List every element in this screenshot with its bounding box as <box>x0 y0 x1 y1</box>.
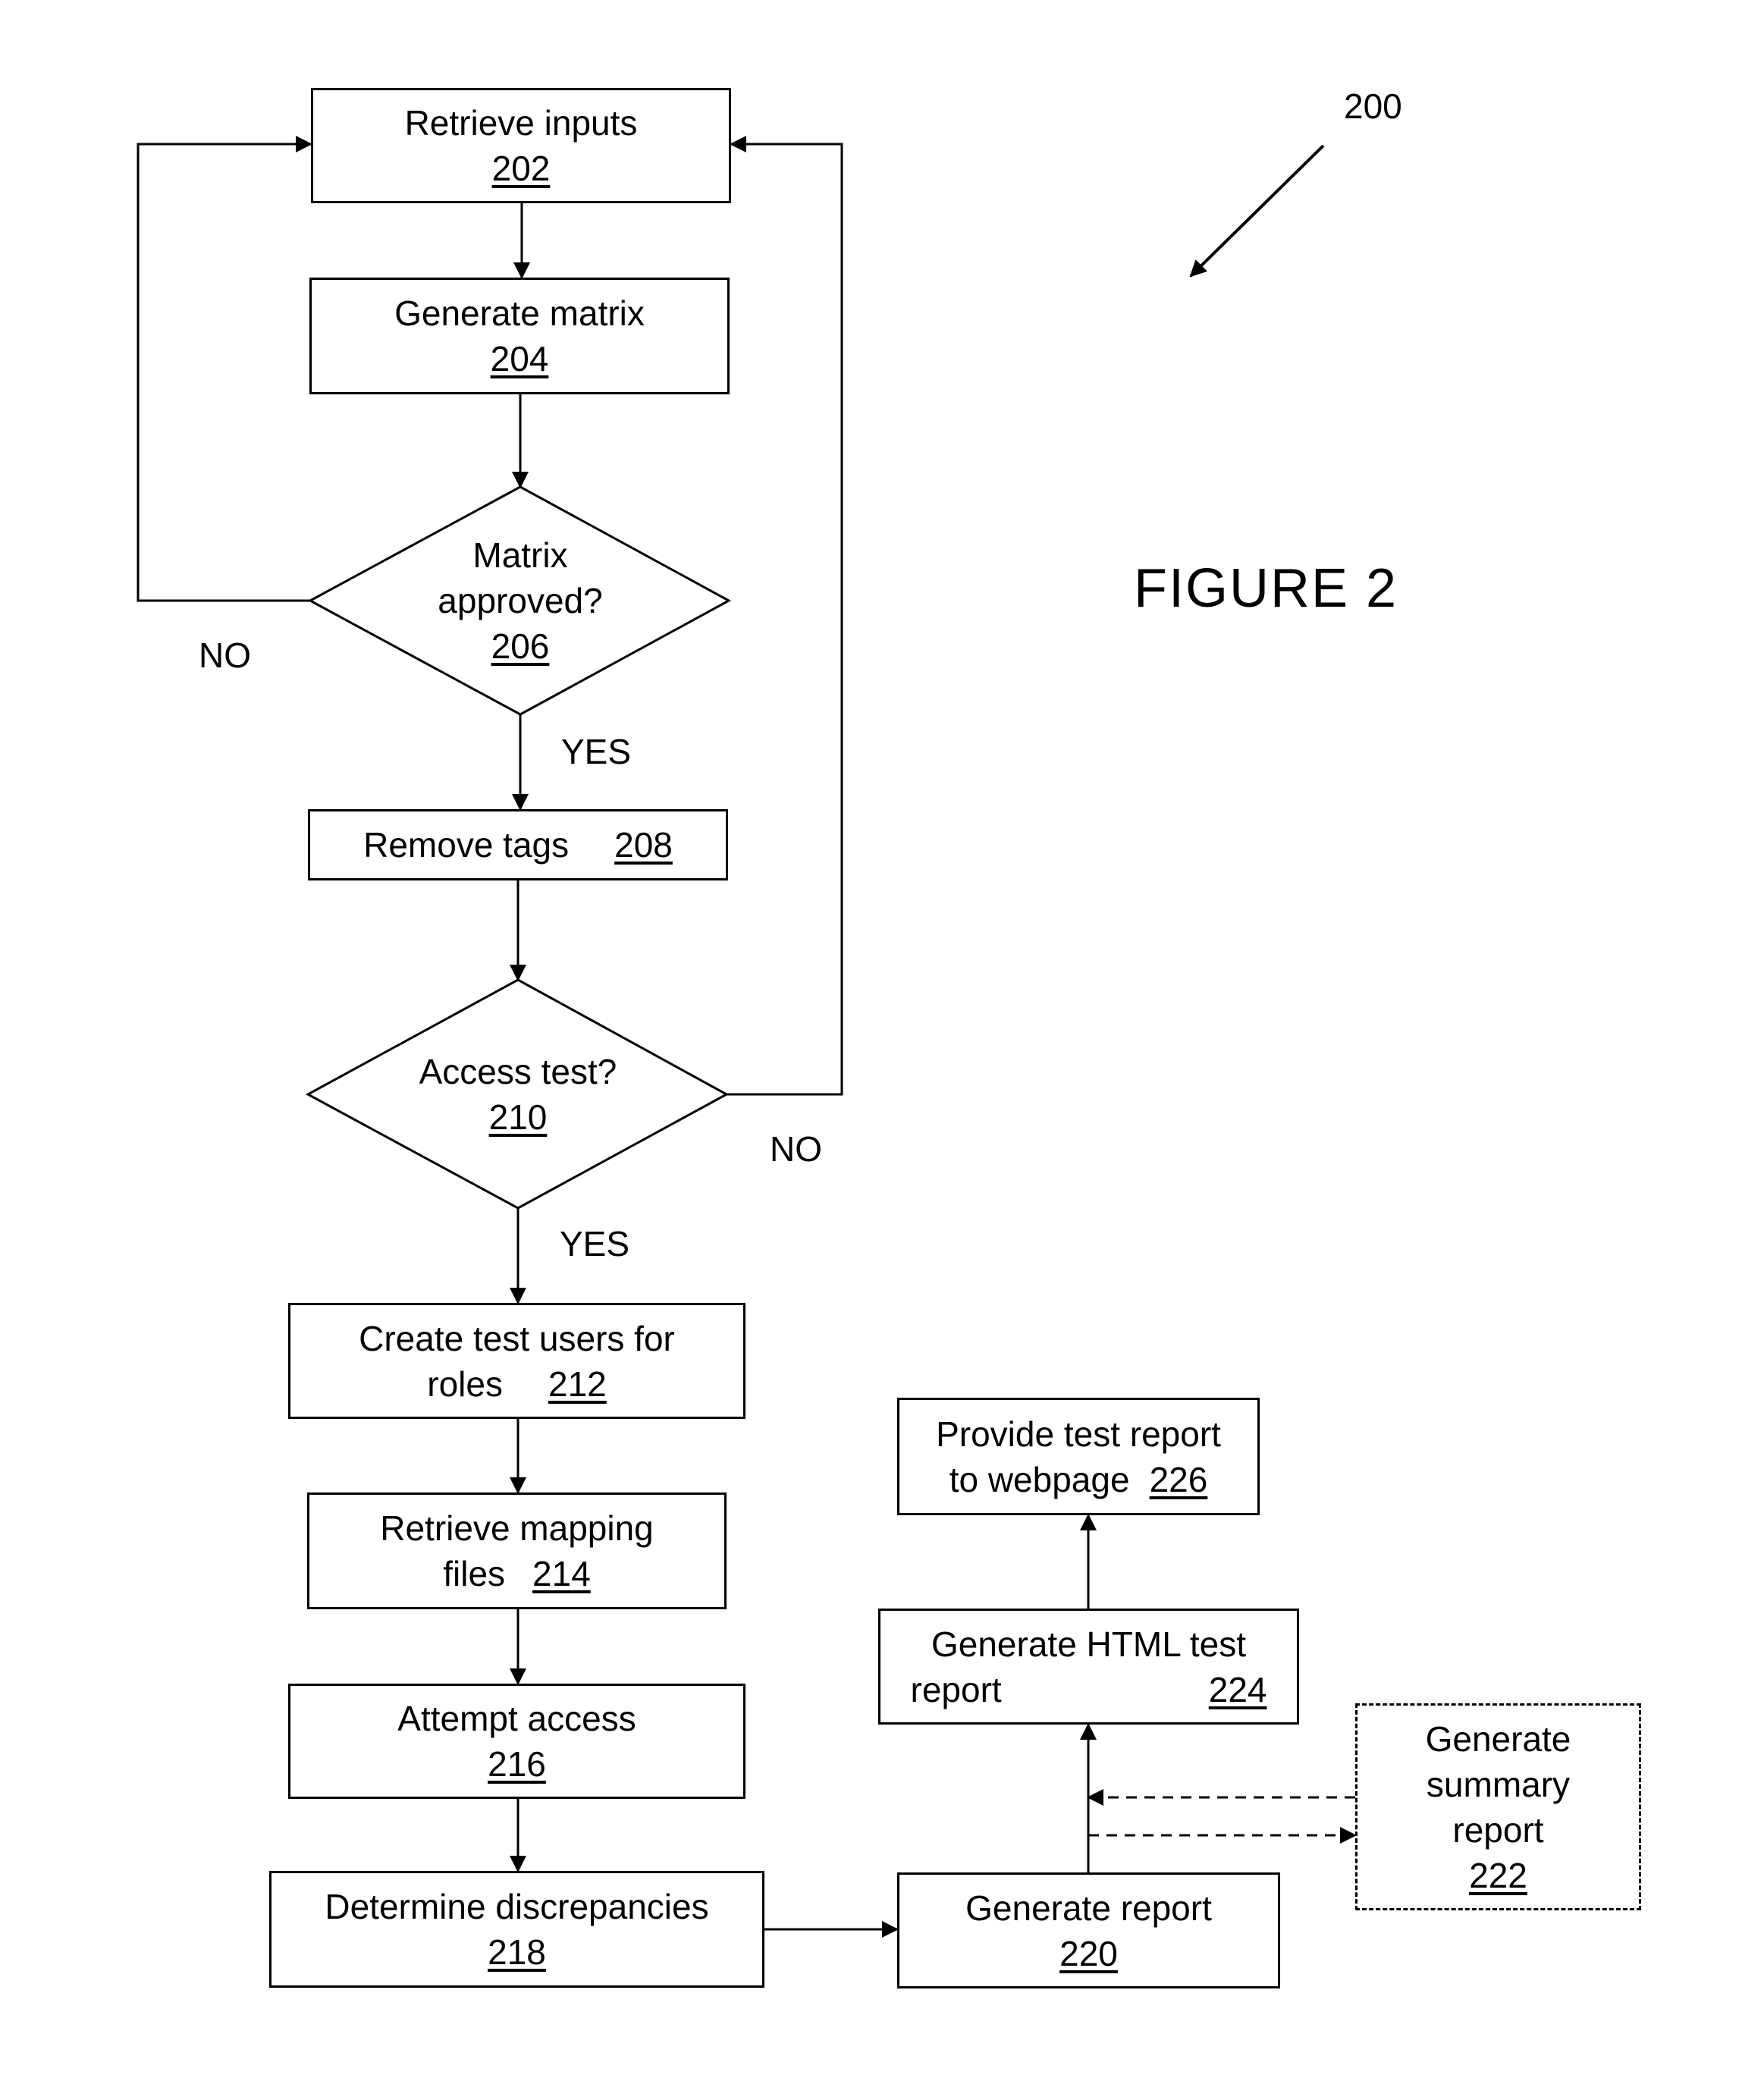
step-216-box: Attempt access 216 <box>288 1684 745 1799</box>
step-212-ref: 212 <box>548 1364 607 1404</box>
step-214-ref: 214 <box>532 1554 591 1593</box>
step-208-ref: 208 <box>614 825 673 865</box>
branch-210-no-label: NO <box>770 1129 822 1169</box>
step-218-label: Determine discrepancies <box>325 1887 709 1926</box>
branch-210-yes-label: YES <box>560 1224 630 1263</box>
step-208-box: Remove tags 208 <box>308 809 728 880</box>
step-212-line1: Create test users for <box>359 1318 675 1358</box>
step-226-line2: to webpage <box>949 1459 1130 1499</box>
step-222-box-optional: Generate summary report 222 <box>1355 1703 1641 1910</box>
step-212-box: Create test users for roles 212 <box>288 1303 745 1419</box>
figure-title: FIGURE 2 <box>1134 558 1398 619</box>
step-206-ref: 206 <box>491 626 550 666</box>
step-206-line1: Matrix <box>472 535 568 575</box>
step-216-ref: 216 <box>488 1744 546 1784</box>
step-214-line1: Retrieve mapping <box>380 1508 654 1548</box>
step-220-ref: 220 <box>1059 1933 1118 1973</box>
step-218-box: Determine discrepancies 218 <box>269 1871 764 1988</box>
step-224-box: Generate HTML test report 224 <box>878 1609 1299 1725</box>
step-222-line3: report <box>1452 1809 1544 1850</box>
step-224-line1: Generate HTML test <box>931 1624 1246 1664</box>
step-208-label: Remove tags <box>363 825 570 865</box>
step-202-box: Retrieve inputs 202 <box>311 88 731 203</box>
step-222-line2: summary <box>1426 1764 1571 1804</box>
step-220-label: Generate report <box>965 1888 1212 1928</box>
step-212-line2: roles <box>427 1364 503 1404</box>
reference-arrow-200 <box>1189 144 1325 278</box>
step-216-label: Attempt access <box>397 1699 636 1738</box>
step-214-line2: files <box>443 1554 506 1593</box>
step-224-line2: report <box>910 1669 1002 1709</box>
step-210-text: Access test? 210 <box>366 1049 670 1140</box>
step-206-line2: approved? <box>438 581 603 620</box>
step-220-box: Generate report 220 <box>897 1872 1280 1988</box>
figure-reference-number: 200 <box>1344 86 1402 126</box>
step-204-ref: 204 <box>490 339 549 378</box>
step-204-box: Generate matrix 204 <box>309 278 730 394</box>
loop-206-no-to-202 <box>137 136 312 602</box>
loop-210-no-to-202 <box>727 136 843 1096</box>
step-206-text: Matrix approved? 206 <box>369 532 672 669</box>
step-222-ref: 222 <box>1469 1855 1527 1895</box>
step-218-ref: 218 <box>488 1932 546 1972</box>
step-214-box: Retrieve mapping files 214 <box>307 1492 727 1609</box>
step-202-ref: 202 <box>491 149 551 188</box>
step-226-ref: 226 <box>1149 1459 1208 1499</box>
step-204-label: Generate matrix <box>394 293 645 333</box>
step-202-label: Retrieve inputs <box>404 103 638 143</box>
step-222-line1: Generate <box>1425 1718 1571 1759</box>
step-224-ref: 224 <box>1208 1669 1267 1709</box>
branch-206-yes-label: YES <box>561 732 632 771</box>
step-210-ref: 210 <box>488 1097 548 1137</box>
step-226-line1: Provide test report <box>936 1414 1221 1454</box>
branch-206-no-label: NO <box>199 636 251 675</box>
step-226-box: Provide test report to webpage 226 <box>897 1398 1260 1515</box>
step-210-label: Access test? <box>419 1052 617 1091</box>
